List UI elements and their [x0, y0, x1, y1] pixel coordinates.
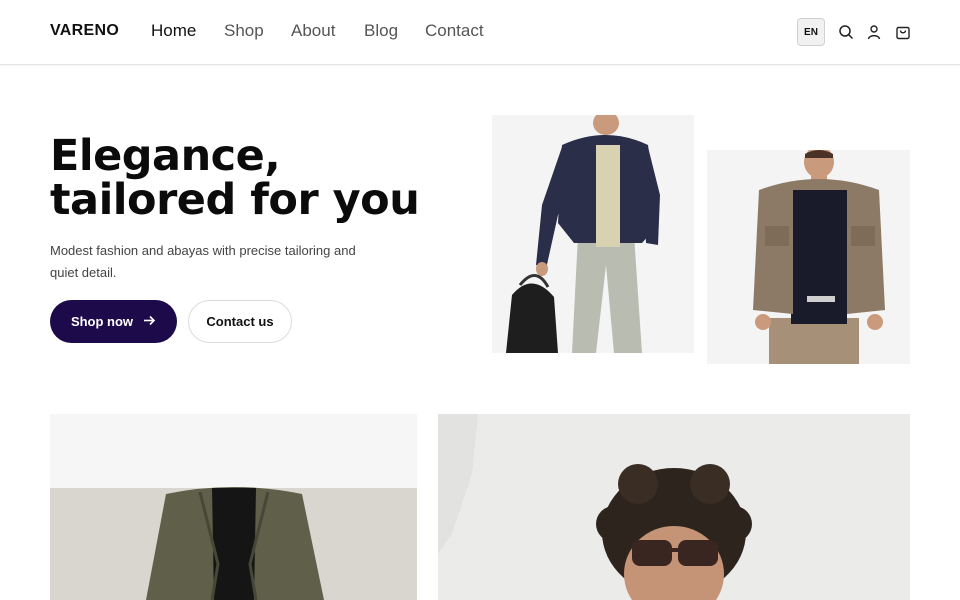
hero-subtitle: Modest fashion and abayas with precise t… [50, 243, 356, 280]
arrow-right-icon [143, 314, 156, 329]
search-icon[interactable] [838, 24, 854, 40]
contact-us-button[interactable]: Contact us [188, 300, 292, 343]
product-image-olive-blazer[interactable] [50, 414, 417, 600]
product-image-navy-jacket[interactable] [492, 115, 694, 353]
user-icon[interactable] [866, 24, 882, 40]
product-image-brown-jacket[interactable] [707, 150, 910, 364]
nav-item-blog[interactable]: Blog [364, 21, 425, 41]
nav-item-home[interactable]: Home [151, 21, 224, 41]
logo[interactable]: VARENO [50, 22, 119, 40]
shop-now-label: Shop now [70, 314, 134, 329]
hero-title: Elegance, tailored for you [50, 131, 420, 225]
nav-item-contact[interactable]: Contact [425, 21, 484, 41]
product-image-sunglasses-portrait[interactable] [438, 414, 910, 600]
nav-item-about[interactable]: About [291, 21, 364, 41]
language-selector[interactable]: EN [797, 18, 825, 46]
shop-now-button[interactable]: Shop now [50, 300, 177, 343]
shopping-bag-icon[interactable] [895, 24, 911, 40]
nav-item-shop[interactable]: Shop [224, 21, 291, 41]
main-nav: Home Shop About Blog Contact [151, 21, 484, 41]
site-header: VARENO Home Shop About Blog Contact EN [0, 0, 960, 65]
